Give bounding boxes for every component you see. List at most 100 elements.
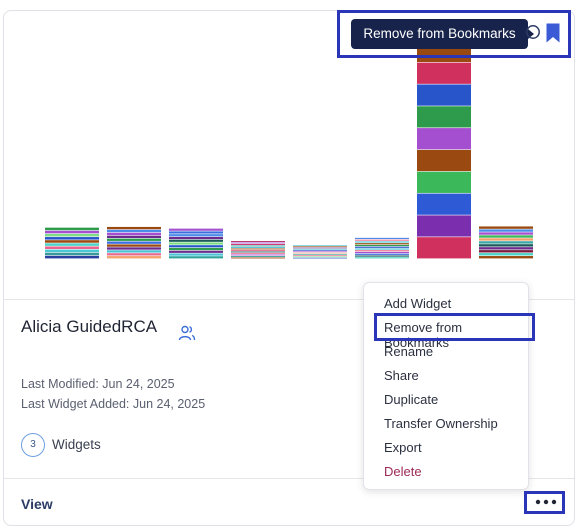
thumbnail-bar-segment	[479, 256, 533, 259]
thumbnail-bar-segment	[355, 244, 409, 247]
thumbnail-bar-segment	[417, 62, 471, 84]
view-button[interactable]: View	[21, 496, 53, 512]
thumbnail-bar-segment	[293, 257, 347, 259]
thumbnail-bar-segment	[107, 238, 161, 241]
thumbnail-bar-segment	[293, 246, 347, 248]
thumbnail-bar-segment	[169, 239, 223, 242]
menu-item-share[interactable]: Share	[384, 368, 419, 383]
thumbnail-bar-segment	[479, 247, 533, 250]
thumbnail-bar-segment	[231, 248, 285, 250]
thumbnail-bar-segment	[169, 234, 223, 237]
thumbnail-bar-segment	[479, 232, 533, 235]
thumbnail-bar-segment	[479, 238, 533, 241]
thumbnail-bar-segment	[293, 248, 347, 250]
thumbnail-bar-segment	[45, 255, 99, 259]
thumbnail-bar-segment	[169, 231, 223, 234]
thumbnail-bar-segment	[293, 245, 347, 246]
thumbnail-bar-segment	[293, 255, 347, 256]
thumbnail-bar-segment	[355, 257, 409, 259]
thumbnail-bar-segment	[355, 255, 409, 257]
thumbnail-bar-segment	[355, 250, 409, 252]
thumbnail-bar-segment	[169, 250, 223, 253]
menu-highlight-frame	[374, 313, 535, 341]
thumbnail-bar-segment	[417, 128, 471, 150]
thumbnail-bar-segment	[231, 242, 285, 244]
thumbnail-bar-segment	[45, 227, 99, 231]
thumbnail-bar-segment	[355, 239, 409, 241]
more-actions-button[interactable]	[524, 491, 565, 514]
thumbnail-bar-segment	[231, 245, 285, 247]
thumbnail-bar-segment	[45, 233, 99, 237]
thumbnail-bar-segment	[479, 244, 533, 247]
thumbnail-bar-segment	[45, 249, 99, 253]
thumbnail-bar-segment	[169, 253, 223, 256]
thumbnail-bar-segment	[169, 228, 223, 231]
thumbnail-bar-segment	[293, 247, 347, 249]
thumbnail-bar-segment	[479, 241, 533, 244]
thumbnail-bar-segment	[355, 248, 409, 250]
thumbnail-bar-segment	[231, 253, 285, 254]
thumbnail-bar-segment	[417, 215, 471, 237]
last-widget-added: Last Widget Added: Jun 24, 2025	[21, 397, 206, 411]
more-horizontal-icon	[535, 499, 557, 505]
thumbnail-bar-segment	[293, 252, 347, 254]
circle-icon[interactable]	[525, 24, 541, 40]
thumbnail-bar-segment	[417, 171, 471, 193]
thumbnail-bar-segment	[293, 253, 347, 255]
menu-item-rename[interactable]: Rename	[384, 344, 433, 359]
thumbnail-bar-segment	[45, 237, 99, 240]
thumbnail-bar-segment	[231, 250, 285, 251]
thumbnail-bar-segment	[169, 256, 223, 259]
last-modified: Last Modified: Jun 24, 2025	[21, 377, 175, 391]
thumbnail-bar-segment	[107, 226, 161, 230]
thumbnail-bar-segment	[169, 247, 223, 251]
thumbnail-bar-segment	[355, 246, 409, 248]
thumbnail-bar-segment	[169, 242, 223, 245]
thumbnail-bar-segment	[479, 250, 533, 253]
thumbnail-bar-segment	[45, 246, 99, 249]
thumbnail-bar-segment	[107, 229, 161, 233]
thumbnail-bar-segment	[293, 251, 347, 253]
thumbnail-bar-segment	[45, 240, 99, 243]
thumbnail-bar-segment	[479, 226, 533, 229]
thumbnail-bar-segment	[107, 247, 161, 250]
thumbnail-bar-segment	[231, 247, 285, 248]
menu-item-delete[interactable]: Delete	[384, 464, 422, 479]
widgets-label: Widgets	[52, 437, 101, 452]
thumbnail-bar-segment	[417, 149, 471, 172]
thumbnail-bar-segment	[479, 235, 533, 238]
thumbnail-bar-segment	[107, 235, 161, 238]
thumbnail-bar-segment	[479, 229, 533, 232]
thumbnail-bar-segment	[417, 193, 471, 215]
thumbnail-bar-segment	[355, 241, 409, 243]
thumbnail-bar-segment	[417, 237, 471, 259]
thumbnail-bar-segment	[355, 237, 409, 240]
menu-item-duplicate[interactable]: Duplicate	[384, 392, 438, 407]
bookmark-tooltip: Remove from Bookmarks	[351, 19, 534, 49]
thumbnail-bar-segment	[107, 244, 161, 247]
thumbnail-bar-segment	[231, 256, 285, 257]
thumbnail-bar-segment	[107, 256, 161, 259]
menu-item-add-widget[interactable]: Add Widget	[384, 296, 451, 311]
thumbnail-bar-segment	[231, 257, 285, 259]
thumbnail-bar-segment	[231, 241, 285, 242]
users-icon[interactable]	[178, 324, 196, 342]
thumbnail-bar-segment	[231, 244, 285, 245]
thumbnail-bar-segment	[293, 250, 347, 251]
thumbnail-bar-segment	[355, 251, 409, 254]
thumbnail-bar-segment	[417, 84, 471, 106]
thumbnail-bar-segment	[231, 251, 285, 253]
thumbnail-bar-segment	[107, 241, 161, 244]
thumbnail-bar-segment	[45, 252, 99, 256]
thumbnail-bar-segment	[107, 232, 161, 236]
thumbnail-bar-segment	[231, 254, 285, 256]
thumbnail-bar-segment	[355, 243, 409, 245]
menu-item-transfer-ownership[interactable]: Transfer Ownership	[384, 416, 498, 431]
thumbnail-bar-segment	[45, 230, 99, 234]
thumbnail-bar-segment	[417, 106, 471, 128]
thumbnail-bar-segment	[169, 245, 223, 248]
menu-item-export[interactable]: Export	[384, 440, 422, 455]
thumbnail-bar-segment	[293, 256, 347, 258]
bookmark-icon[interactable]	[545, 22, 561, 44]
thumbnail-bar-segment	[107, 250, 161, 253]
